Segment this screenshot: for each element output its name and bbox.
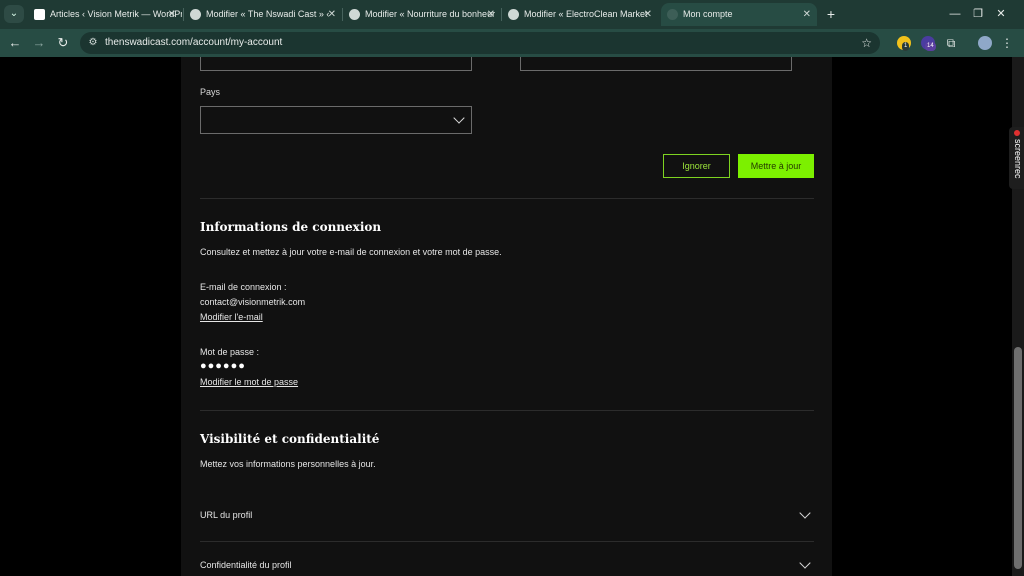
accordion-label: URL du profil <box>200 510 253 520</box>
ignore-button[interactable]: Ignorer <box>663 154 730 178</box>
extension-badge-small: 1 <box>902 42 910 51</box>
privacy-description: Mettez vos informations personnelles à j… <box>200 459 376 469</box>
menu-kebab-icon[interactable]: ⋮ <box>999 35 1015 51</box>
scrollbar-thumb[interactable] <box>1014 347 1022 569</box>
accordion-profile-privacy[interactable]: Confidentialité du profil <box>200 547 814 576</box>
browser-toolbar: ← → ↻ ⚙ thenswadicast.com/account/my-acc… <box>0 29 1024 57</box>
reload-icon[interactable]: ↻ <box>55 35 71 51</box>
close-tab-icon[interactable]: ✕ <box>487 3 495 26</box>
change-password-link[interactable]: Modifier le mot de passe <box>200 377 298 387</box>
email-label: E-mail de connexion : <box>200 282 287 292</box>
tab-nourriture[interactable]: Modifier « Nourriture du bonheur ✕ <box>343 3 501 26</box>
close-tab-icon[interactable]: ✕ <box>803 3 811 26</box>
chevron-down-icon <box>453 112 465 124</box>
privacy-title: Visibilité et confidentialité <box>200 432 380 446</box>
tab-electroclean[interactable]: Modifier « ElectroClean Market ✕ <box>502 3 658 26</box>
wordpress-icon <box>508 9 519 20</box>
accordion-label: Confidentialité du profil <box>200 560 292 570</box>
back-icon[interactable]: ← <box>7 35 23 51</box>
close-tab-icon[interactable]: ✕ <box>168 3 176 26</box>
profile-avatar[interactable] <box>978 36 992 50</box>
email-value: contact@visionmetrik.com <box>200 297 306 307</box>
divider <box>200 198 814 199</box>
tab-search-button[interactable]: ⌄ <box>4 5 24 23</box>
password-label: Mot de passe : <box>200 347 260 357</box>
bookmark-star-icon[interactable]: ☆ <box>861 32 872 54</box>
new-tab-button[interactable]: + <box>822 5 840 23</box>
change-email-link[interactable]: Modifier l'e-mail <box>200 312 263 322</box>
tab-articles[interactable]: Articles ‹ Vision Metrik — WordPress ✕ <box>28 3 182 26</box>
tab-mon-compte[interactable]: Mon compte ✕ <box>661 3 817 26</box>
divider <box>200 410 814 411</box>
accordion-profile-url[interactable]: URL du profil <box>200 497 814 541</box>
text-field-top-left[interactable] <box>200 57 472 71</box>
password-value: ●●●●●● <box>200 360 246 372</box>
close-tab-icon[interactable]: ✕ <box>644 3 652 26</box>
page-viewport: Pays Ignorer Mettre à jour Informations … <box>0 57 1012 576</box>
wordpress-icon <box>349 9 360 20</box>
tab-nswadi-cast[interactable]: Modifier « The Nswadi Cast » ‹ ✕ <box>184 3 342 26</box>
site-info-icon[interactable]: ⚙ <box>86 36 100 50</box>
wordpress-favicon-icon <box>34 9 45 20</box>
url-text[interactable]: thenswadicast.com/account/my-account <box>105 32 282 54</box>
login-info-title: Informations de connexion <box>200 220 382 234</box>
screenrec-label: screenrec <box>1013 139 1023 179</box>
login-info-description: Consultez et mettez à jour votre e-mail … <box>200 247 502 257</box>
chevron-down-icon <box>799 557 811 569</box>
text-field-top-right[interactable] <box>520 57 792 71</box>
chevron-down-icon <box>799 507 811 519</box>
country-select[interactable] <box>200 106 472 134</box>
record-dot-icon <box>1014 130 1020 136</box>
close-window-button[interactable]: ✕ <box>978 0 1024 29</box>
divider <box>200 541 814 542</box>
forward-icon[interactable]: → <box>31 35 47 51</box>
country-label: Pays <box>200 87 221 97</box>
address-bar[interactable]: ⚙ thenswadicast.com/account/my-account ☆ <box>80 32 880 54</box>
extension-badge: 14 <box>925 42 936 51</box>
screenrec-widget[interactable]: screenrec <box>1009 127 1024 189</box>
extensions-puzzle-icon[interactable]: ⧉ <box>943 35 959 51</box>
site-favicon-icon <box>667 9 678 20</box>
tab-strip: ⌄ Articles ‹ Vision Metrik — WordPress ✕… <box>0 0 1024 29</box>
close-tab-icon[interactable]: ✕ <box>328 3 336 26</box>
update-button[interactable]: Mettre à jour <box>738 154 814 178</box>
wordpress-icon <box>190 9 201 20</box>
